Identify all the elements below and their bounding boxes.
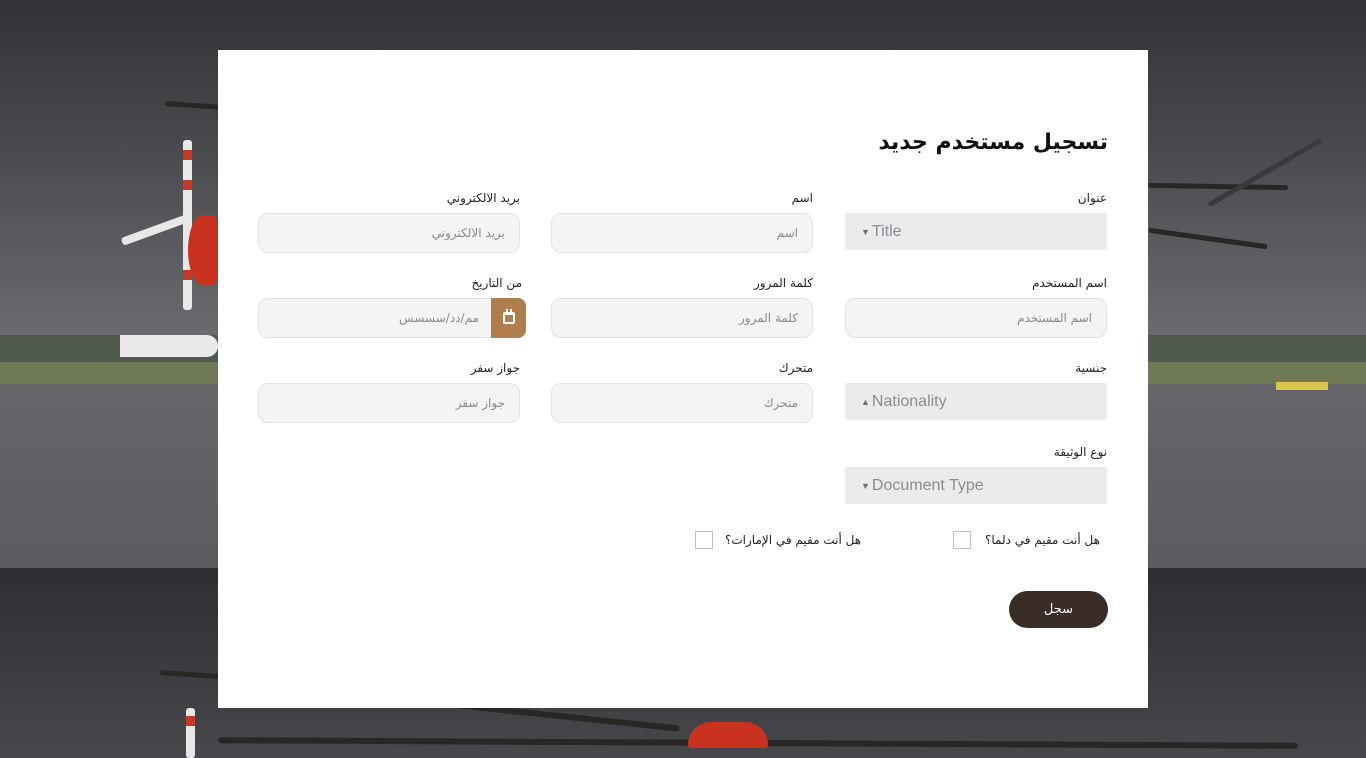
name-input[interactable] (551, 213, 813, 253)
calendar-button[interactable] (491, 298, 526, 338)
nationality-select[interactable]: ▲ Nationality (845, 383, 1107, 420)
passport-input[interactable] (258, 383, 520, 423)
name-field: اسم (551, 191, 813, 253)
email-field: بريد الالكتروني (258, 191, 520, 253)
nationality-field: جنسية ▲ Nationality (845, 361, 1107, 420)
title-label: عنوان (1077, 191, 1107, 205)
dalma-resident-label: هل أنت مقيم في دلما؟ (985, 533, 1100, 547)
document-type-select-value: Document Type (871, 476, 984, 494)
name-label: اسم (791, 191, 813, 205)
username-label: اسم المستخدم (1032, 276, 1107, 290)
dalma-resident-row: هل أنت مقيم في دلما؟ (953, 531, 1100, 549)
email-label: بريد الالكتروني (446, 191, 520, 205)
email-input[interactable] (258, 213, 520, 253)
from-date-input[interactable] (258, 298, 526, 338)
caret-up-icon: ▲ (861, 396, 870, 407)
registration-card: تسجيل مستخدم جديد عنوان ▼ Title اسم بريد… (218, 50, 1148, 708)
uae-resident-row: هل أنت مقيم في الإمارات؟ (695, 531, 861, 549)
caret-down-icon: ▼ (861, 226, 870, 237)
uae-resident-checkbox[interactable] (695, 531, 713, 549)
title-select[interactable]: ▼ Title (845, 213, 1107, 250)
mobile-field: متحرك (551, 361, 813, 423)
caret-down-icon: ▼ (861, 480, 870, 491)
username-input[interactable] (845, 298, 1107, 338)
from-date-field: من التاريخ (258, 276, 526, 338)
title-field: عنوان ▼ Title (845, 191, 1107, 250)
register-button[interactable]: سجل (1009, 591, 1108, 628)
page-title: تسجيل مستخدم جديد (878, 130, 1108, 155)
passport-field: جواز سفر (258, 361, 520, 423)
password-label: كلمة المرور (753, 276, 813, 290)
document-type-field: نوع الوثيقة ▼ Document Type (845, 445, 1107, 504)
dalma-resident-checkbox[interactable] (953, 531, 971, 549)
from-date-label: من التاريخ (471, 276, 522, 290)
calendar-icon (502, 309, 515, 324)
password-input[interactable] (551, 298, 813, 338)
title-select-value: Title (871, 222, 902, 240)
mobile-input[interactable] (551, 383, 813, 423)
username-field: اسم المستخدم (845, 276, 1107, 338)
document-type-select[interactable]: ▼ Document Type (845, 467, 1107, 504)
nationality-select-value: Nationality (871, 392, 947, 410)
uae-resident-label: هل أنت مقيم في الإمارات؟ (725, 533, 862, 547)
password-field: كلمة المرور (551, 276, 813, 338)
passport-label: جواز سفر (470, 361, 520, 375)
mobile-label: متحرك (778, 361, 813, 375)
nationality-label: جنسية (1075, 361, 1107, 375)
document-type-label: نوع الوثيقة (1053, 445, 1107, 459)
